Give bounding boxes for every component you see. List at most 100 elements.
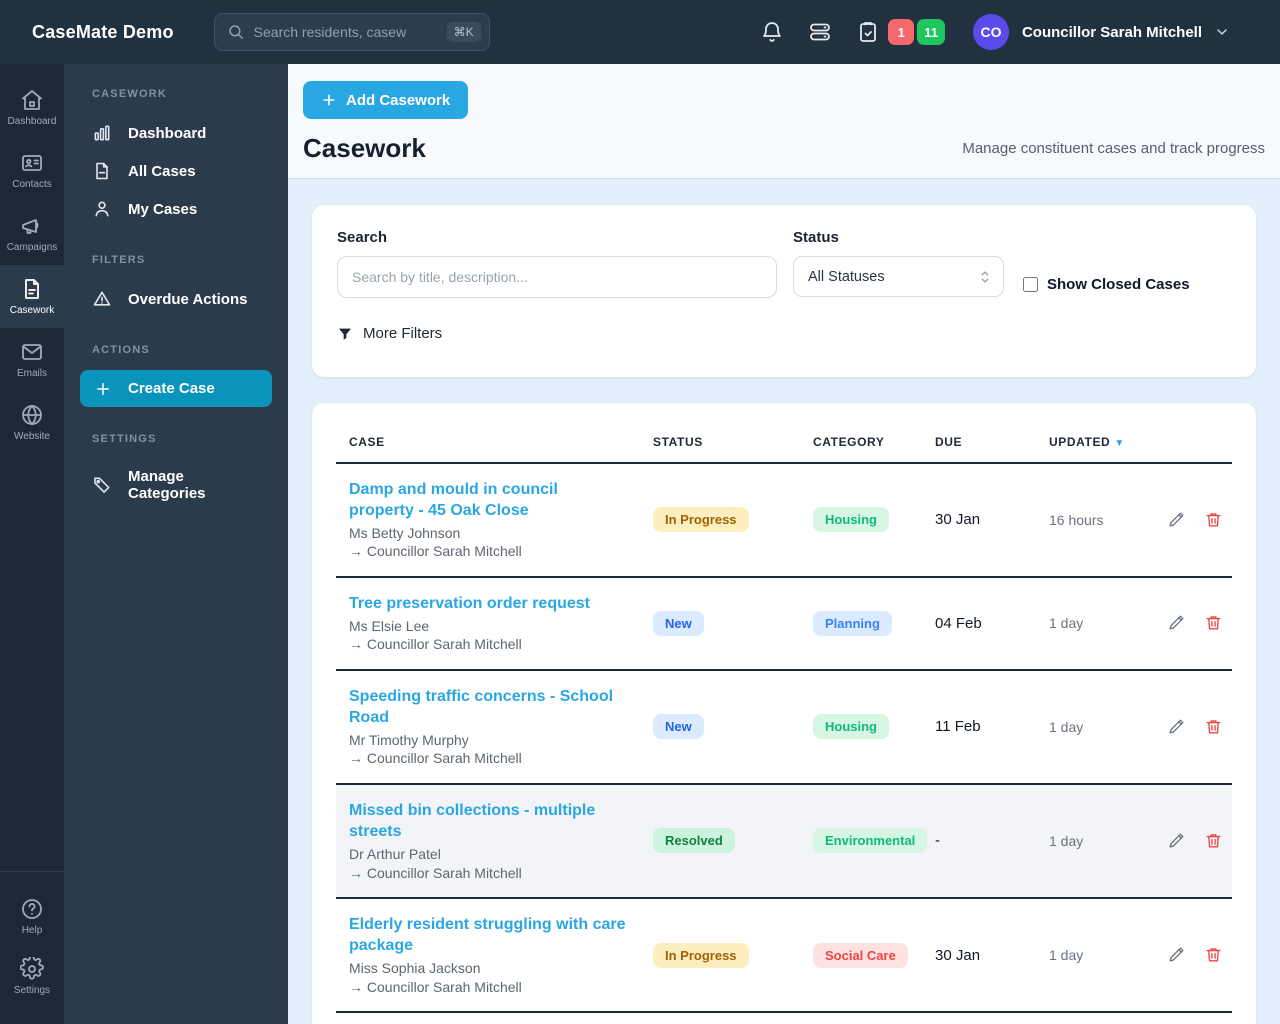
table-row: Speeding traffic concerns - School Road …: [336, 671, 1232, 785]
rail-item-dashboard[interactable]: Dashboard: [0, 76, 64, 139]
rail-item-emails[interactable]: Emails: [0, 328, 64, 391]
due-date: -: [935, 832, 940, 850]
add-casework-button[interactable]: Add Casework: [303, 81, 469, 119]
sidebar-section-filters: FILTERS: [92, 254, 146, 266]
page-title: Casework: [303, 133, 426, 163]
chevron-down-icon[interactable]: [1214, 24, 1230, 40]
case-contact: Miss Sophia Jackson: [349, 960, 481, 977]
edit-button[interactable]: [1167, 831, 1187, 851]
sidebar-section-casework: CASEWORK: [92, 88, 167, 100]
due-date: 11 Feb: [935, 718, 981, 736]
tag-icon: [94, 477, 110, 493]
rail-item-casework[interactable]: Casework: [0, 265, 64, 328]
show-closed-checkbox[interactable]: [1023, 277, 1038, 292]
notification-badges: 1 11: [888, 19, 945, 45]
edit-button[interactable]: [1167, 945, 1187, 965]
server-icon[interactable]: [808, 20, 832, 44]
col-header-updated[interactable]: UPDATED ▼: [1036, 427, 1154, 462]
case-title-link[interactable]: Damp and mould in council property - 45 …: [349, 479, 626, 521]
due-date: 30 Jan: [935, 511, 981, 529]
trash-icon: [1206, 720, 1221, 734]
global-search-input[interactable]: [253, 24, 438, 40]
pencil-icon: [1169, 615, 1184, 630]
updated-ago: 1 day: [1049, 832, 1084, 849]
rail-item-settings[interactable]: Settings: [0, 946, 64, 1006]
col-header-status[interactable]: STATUS: [640, 427, 800, 462]
icon-rail: Dashboard Contacts Campaigns Casework Em…: [0, 64, 64, 1024]
sidebar-item-overdue-actions[interactable]: Overdue Actions: [80, 280, 272, 318]
sidebar-item-my-cases[interactable]: My Cases: [80, 190, 272, 228]
pencil-icon: [1169, 719, 1184, 734]
envelope-icon: [22, 344, 42, 360]
delete-button[interactable]: [1204, 613, 1224, 633]
bar-chart-icon: [94, 125, 110, 141]
case-title-link[interactable]: Speeding traffic concerns - School Road: [349, 686, 626, 728]
keyboard-shortcut-chip: ⌘K: [446, 22, 481, 42]
rail-item-campaigns[interactable]: Campaigns: [0, 202, 64, 265]
show-closed-cases-toggle[interactable]: Show Closed Cases: [1023, 276, 1190, 293]
rail-item-website[interactable]: Website: [0, 391, 64, 454]
filter-card: Search Status All Statuses: [312, 205, 1256, 377]
updated-ago: 1 day: [1049, 947, 1084, 964]
status-label: Status: [793, 229, 839, 246]
edit-button[interactable]: [1167, 613, 1187, 633]
more-filters-button[interactable]: More Filters: [337, 325, 442, 342]
plus-icon: [97, 382, 109, 395]
case-search-input[interactable]: [337, 256, 777, 298]
rail-item-contacts[interactable]: Contacts: [0, 139, 64, 202]
delete-button[interactable]: [1204, 717, 1224, 737]
search-label: Search: [337, 229, 388, 246]
category-badge: Housing: [813, 714, 889, 740]
delete-button[interactable]: [1204, 510, 1224, 530]
delete-button[interactable]: [1204, 945, 1224, 965]
case-title-link[interactable]: Tree preservation order request: [349, 593, 626, 614]
gear-icon: [20, 956, 44, 980]
category-badge: Planning: [813, 610, 892, 636]
updated-ago: 1 day: [1049, 718, 1084, 735]
case-title-link[interactable]: Elderly resident struggling with care pa…: [349, 914, 626, 956]
globe-icon: [22, 405, 42, 425]
case-title-link[interactable]: Missed bin collections - multiple street…: [349, 800, 626, 842]
funnel-icon: [339, 328, 351, 340]
help-icon: [22, 898, 42, 919]
sidebar-item-manage-categories[interactable]: Manage Categories: [80, 459, 272, 511]
app-window: CaseMate Demo ⌘K 1 11 CO Councillor: [0, 0, 1280, 1024]
page-header: Add Casework Casework Manage constituent…: [288, 64, 1280, 179]
clipboard-check-icon[interactable]: [856, 20, 880, 44]
edit-button[interactable]: [1167, 717, 1187, 737]
bell-icon[interactable]: [760, 20, 784, 44]
rail-item-help[interactable]: Help: [0, 886, 64, 946]
main-area: Add Casework Casework Manage constituent…: [288, 64, 1280, 1024]
col-header-case[interactable]: CASE: [336, 427, 640, 462]
table-header-row: CASE STATUS CATEGORY DUE UPDATED ▼: [336, 427, 1232, 464]
status-badge: In Progress: [653, 507, 749, 533]
create-case-button[interactable]: Create Case: [80, 370, 272, 407]
global-search[interactable]: ⌘K: [213, 13, 490, 51]
trash-icon: [1206, 616, 1221, 630]
col-header-due[interactable]: DUE: [922, 427, 1036, 462]
col-header-category[interactable]: CATEGORY: [800, 427, 922, 462]
case-contact: Mr Timothy Murphy: [349, 731, 469, 748]
green-count-badge[interactable]: 11: [917, 19, 945, 45]
table-row: Missed bin collections - multiple street…: [336, 784, 1232, 900]
case-assignee: → Councillor Sarah Mitchell: [349, 543, 522, 560]
sort-desc-icon: ▼: [1114, 437, 1125, 449]
red-count-badge[interactable]: 1: [888, 19, 915, 45]
topbar-right-cluster: 1 11 CO Councillor Sarah Mitchell: [736, 14, 1230, 50]
plus-icon: [323, 94, 335, 106]
user-name[interactable]: Councillor Sarah Mitchell: [1022, 24, 1202, 41]
user-avatar[interactable]: CO: [972, 14, 1009, 50]
megaphone-icon: [22, 219, 39, 234]
updated-ago: 16 hours: [1049, 511, 1104, 528]
case-assignee: → Councillor Sarah Mitchell: [349, 864, 522, 881]
delete-button[interactable]: [1204, 831, 1224, 851]
person-icon: [95, 201, 109, 217]
content-area: Search Status All Statuses: [288, 179, 1280, 1024]
sidebar-section-actions: ACTIONS: [92, 344, 150, 356]
col-header-actions: [1154, 434, 1232, 455]
sidebar-item-dashboard[interactable]: Dashboard: [80, 114, 272, 152]
status-select[interactable]: All Statuses: [793, 256, 1004, 297]
case-contact: Ms Betty Johnson: [349, 524, 461, 541]
sidebar-item-all-cases[interactable]: All Cases: [80, 152, 272, 190]
edit-button[interactable]: [1167, 510, 1187, 530]
